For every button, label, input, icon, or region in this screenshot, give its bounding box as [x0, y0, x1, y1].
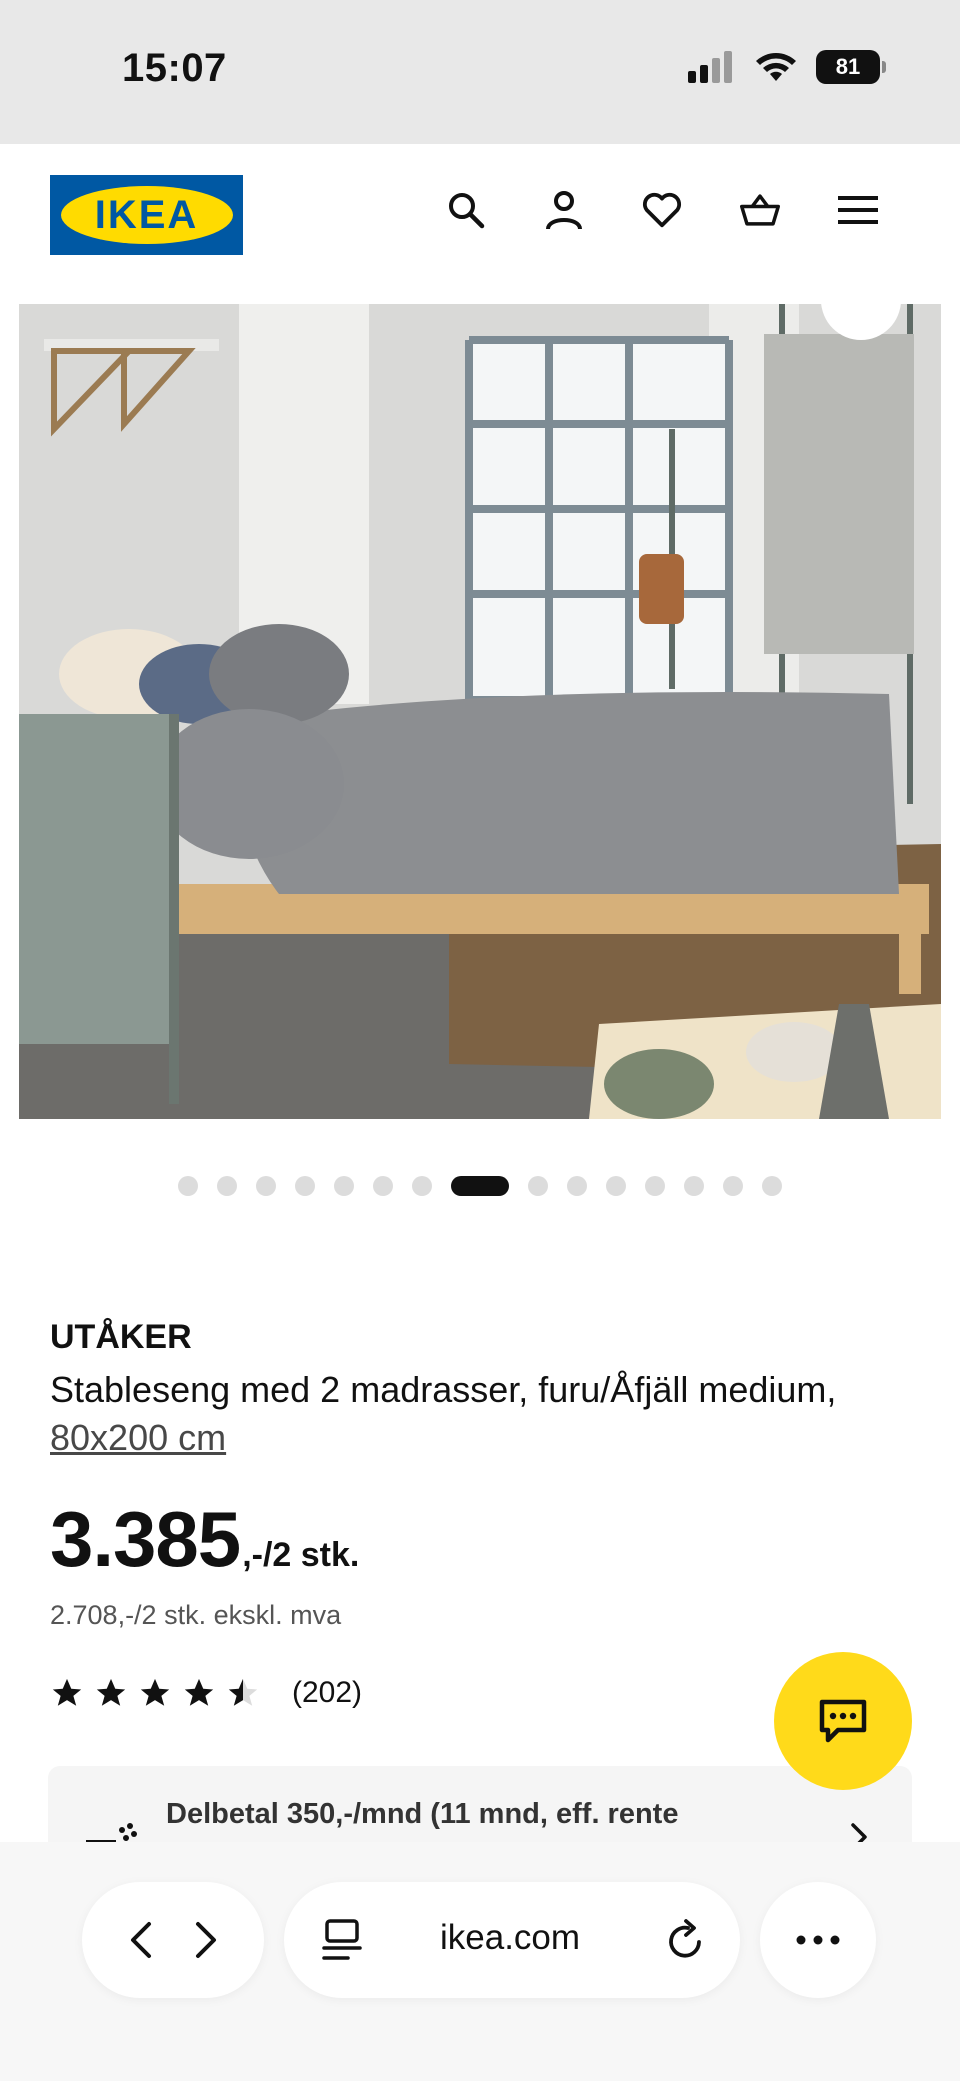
product-description-text: Stableseng med 2 madrasser, furu/Åfjäll …	[50, 1369, 837, 1410]
shopping-basket-icon[interactable]	[740, 189, 780, 231]
account-icon[interactable]	[544, 189, 584, 231]
star-icon	[96, 1678, 126, 1706]
carousel-dot[interactable]	[334, 1176, 354, 1196]
carousel-dot[interactable]	[762, 1176, 782, 1196]
rating[interactable]: (202)	[50, 1676, 362, 1710]
carousel-dot[interactable]	[684, 1176, 704, 1196]
carousel-dot[interactable]	[178, 1176, 198, 1196]
ikea-logo[interactable]: IKEA	[50, 175, 243, 255]
header-icons	[446, 189, 878, 231]
chat-button[interactable]	[774, 1652, 912, 1790]
size-link[interactable]: 80x200 cm	[50, 1417, 226, 1458]
finance-text: Delbetal 350,-/mnd (11 mnd, eff. rente	[166, 1798, 679, 1830]
wifi-icon	[756, 53, 796, 81]
product-brand: UTÅKER	[50, 1318, 192, 1356]
price-excl-vat: 2.708,-/2 stk. ekskl. mva	[50, 1600, 342, 1630]
carousel-dot[interactable]	[373, 1176, 393, 1196]
forward-icon[interactable]	[194, 1920, 218, 1960]
star-icon	[140, 1678, 170, 1706]
carousel-dot[interactable]	[295, 1176, 315, 1196]
search-icon[interactable]	[446, 189, 486, 231]
logo-text: IKEA	[94, 192, 199, 237]
cellular-signal-icon	[688, 51, 732, 83]
battery-icon: 81	[816, 50, 886, 84]
carousel-dot[interactable]	[528, 1176, 548, 1196]
address-bar[interactable]: ikea.com	[284, 1882, 740, 1998]
price-main: 3.385	[50, 1495, 241, 1583]
price: 3.385 ,-/2 stk.	[50, 1494, 359, 1585]
reload-icon[interactable]	[666, 1918, 706, 1962]
carousel-dot[interactable]	[217, 1176, 237, 1196]
star-icon	[184, 1678, 214, 1706]
carousel-dot[interactable]	[412, 1176, 432, 1196]
site-header: IKEA	[0, 144, 960, 304]
tabs-icon[interactable]	[322, 1918, 362, 1962]
chat-icon	[819, 1699, 867, 1743]
carousel-dot[interactable]	[567, 1176, 587, 1196]
product-description: Stableseng med 2 madrasser, furu/Åfjäll …	[50, 1366, 870, 1462]
logo-oval: IKEA	[60, 186, 233, 244]
star-icon	[52, 1678, 82, 1706]
url-text: ikea.com	[440, 1918, 581, 1957]
price-suffix: ,-/2 stk.	[242, 1536, 360, 1574]
browser-toolbar: ikea.com	[0, 1842, 960, 2081]
wishlist-heart-icon[interactable]	[642, 189, 682, 231]
carousel-dot[interactable]	[606, 1176, 626, 1196]
status-time: 15:07	[122, 46, 227, 90]
carousel-dots	[0, 1176, 960, 1196]
carousel-dot[interactable]	[645, 1176, 665, 1196]
back-icon[interactable]	[129, 1920, 153, 1960]
nav-pill	[82, 1882, 264, 1998]
carousel-dot[interactable]	[723, 1176, 743, 1196]
half-star-icon	[228, 1678, 258, 1706]
product-image[interactable]	[19, 304, 941, 1119]
carousel-dot[interactable]	[256, 1176, 276, 1196]
carousel-dot-active[interactable]	[451, 1176, 509, 1196]
status-icons: 81	[686, 50, 886, 84]
menu-icon[interactable]	[838, 189, 878, 231]
review-count: (202)	[292, 1676, 363, 1709]
status-bar: 15:07 81	[0, 0, 960, 144]
more-icon	[796, 1935, 840, 1945]
more-button[interactable]	[760, 1882, 876, 1998]
